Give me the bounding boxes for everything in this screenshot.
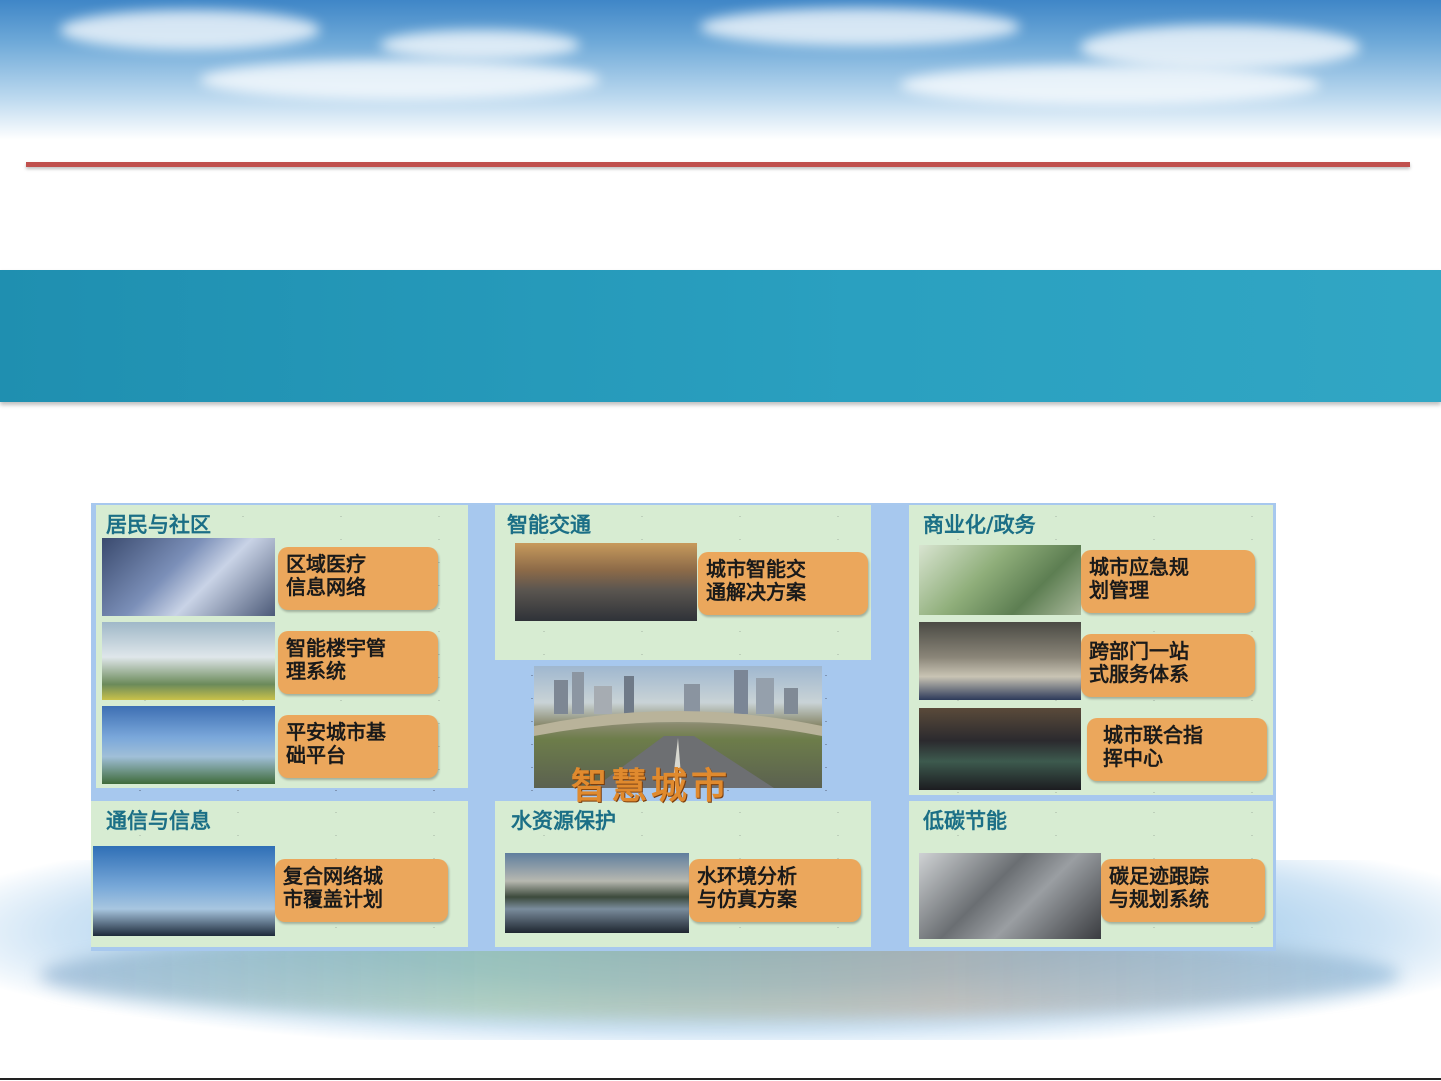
label-line: 城市应急规: [1089, 555, 1189, 579]
label-line: 智能楼宇管: [286, 636, 386, 660]
item-label-medical[interactable]: 区域医疗 信息网络: [278, 547, 438, 610]
panel-residents: 居民与社区 区域医疗 信息网络 智能楼宇管 理系统 平安城市基 础平台: [96, 505, 468, 788]
label-line: 通解决方案: [706, 580, 806, 604]
label-line: 划管理: [1089, 578, 1149, 602]
cloud-decoration: [60, 10, 320, 50]
label-line: 础平台: [286, 743, 346, 767]
panel-business: 商业化/政务 城市应急规 划管理 跨部门一站 式服务体系 城市联合指 挥中心: [909, 505, 1273, 795]
cloud-decoration: [200, 60, 600, 100]
panel-title: 低碳节能: [923, 809, 1007, 833]
title-divider-line: [26, 162, 1410, 167]
label-line: 理系统: [286, 659, 346, 683]
item-label-building[interactable]: 智能楼宇管 理系统: [278, 631, 438, 694]
label-line: 市覆盖计划: [283, 887, 383, 911]
label-line: 城市联合指: [1103, 723, 1203, 747]
sky-header-background: [0, 0, 1441, 140]
label-line: 挥中心: [1103, 746, 1163, 770]
cloud-decoration: [900, 65, 1320, 105]
command-center-photo: [919, 708, 1081, 790]
panel-title: 商业化/政务: [923, 513, 1036, 537]
panel-low-carbon: 低碳节能 碳足迹跟踪 与规划系统: [909, 801, 1273, 947]
label-line: 平安城市基: [286, 720, 386, 744]
smart-city-diagram: 居民与社区 区域医疗 信息网络 智能楼宇管 理系统 平安城市基 础平台 智能交通…: [91, 503, 1276, 951]
medical-photo: [102, 538, 275, 616]
tower-photo: [93, 846, 275, 936]
car-exhaust-photo: [919, 853, 1101, 939]
skyscraper-photo: [102, 706, 275, 784]
traffic-photo: [515, 543, 697, 621]
panel-communication: 通信与信息 复合网络城 市覆盖计划: [91, 801, 468, 947]
label-line: 与仿真方案: [697, 887, 797, 911]
item-label-safe-city[interactable]: 平安城市基 础平台: [278, 715, 438, 778]
panel-title: 智能交通: [507, 513, 591, 537]
label-line: 跨部门一站: [1089, 639, 1189, 663]
item-label-traffic[interactable]: 城市智能交 通解决方案: [698, 552, 868, 615]
item-label-one-stop[interactable]: 跨部门一站 式服务体系: [1081, 634, 1255, 697]
item-label-carbon[interactable]: 碳足迹跟踪 与规划系统: [1101, 859, 1265, 922]
office-photo: [919, 622, 1081, 700]
cloud-decoration: [1080, 25, 1360, 70]
panel-title: 通信与信息: [106, 809, 211, 833]
label-line: 城市智能交: [706, 557, 806, 581]
item-label-water[interactable]: 水环境分析 与仿真方案: [689, 859, 861, 922]
building-photo: [102, 622, 275, 700]
cloud-decoration: [380, 30, 580, 60]
label-line: 信息网络: [286, 575, 366, 599]
panel-traffic: 智能交通 城市智能交 通解决方案: [495, 505, 871, 660]
lake-photo: [505, 853, 689, 933]
item-label-emergency[interactable]: 城市应急规 划管理: [1081, 550, 1255, 613]
cloud-decoration: [700, 8, 1020, 46]
label-line: 与规划系统: [1109, 887, 1209, 911]
title-band: [0, 270, 1441, 402]
city-map-photo: [919, 545, 1081, 615]
panel-water: 水资源保护 水环境分析 与仿真方案: [495, 801, 871, 947]
item-label-network[interactable]: 复合网络城 市覆盖计划: [275, 859, 448, 922]
item-label-command[interactable]: 城市联合指 挥中心: [1087, 718, 1267, 781]
panel-title: 水资源保护: [511, 809, 616, 833]
label-line: 水环境分析: [697, 864, 797, 888]
panel-title: 居民与社区: [106, 513, 211, 537]
label-line: 复合网络城: [283, 864, 383, 888]
label-line: 式服务体系: [1089, 662, 1189, 686]
label-line: 区域医疗: [286, 552, 366, 576]
label-line: 碳足迹跟踪: [1109, 864, 1209, 888]
smart-city-title: 智慧城市: [571, 765, 732, 807]
footer-line: [0, 1078, 1441, 1080]
